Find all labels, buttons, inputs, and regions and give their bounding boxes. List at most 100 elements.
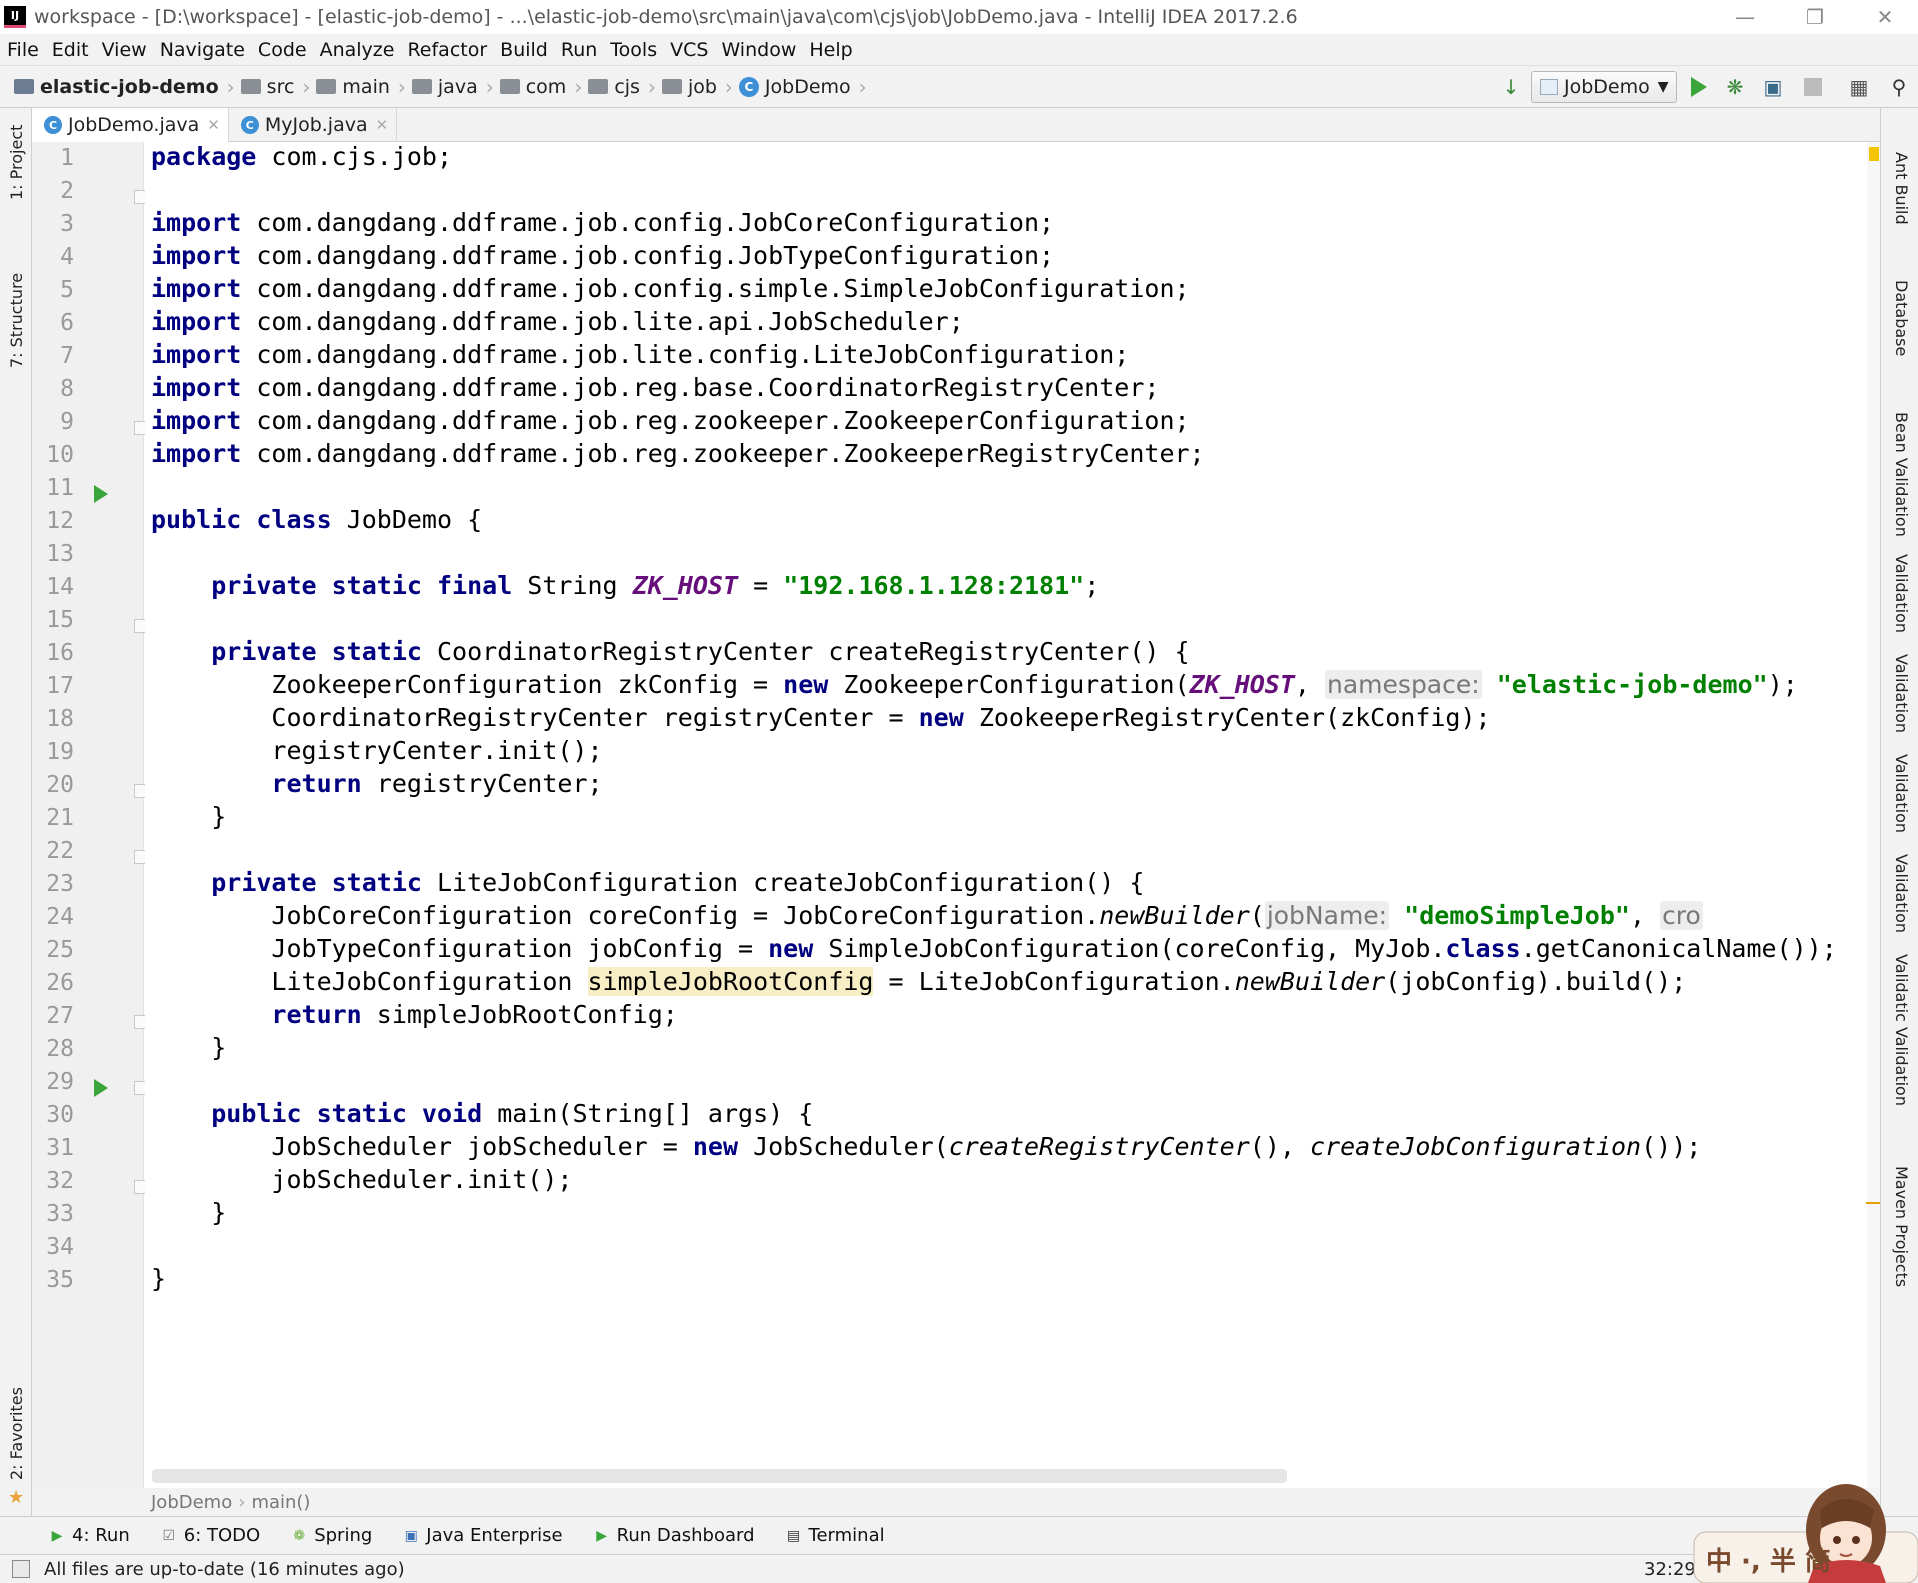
menu-code[interactable]: Code bbox=[258, 39, 307, 61]
menu-help[interactable]: Help bbox=[809, 39, 852, 61]
search-icon[interactable]: ⚲ bbox=[1886, 74, 1912, 100]
restore-button[interactable]: ❐ bbox=[1786, 0, 1844, 34]
tool-button-terminal[interactable]: ▤ Terminal bbox=[785, 1525, 885, 1546]
run-gutter-icon[interactable] bbox=[94, 1079, 108, 1097]
menu-vcs[interactable]: VCS bbox=[670, 39, 708, 61]
coverage-icon[interactable]: ▣ bbox=[1760, 74, 1786, 100]
java-enterprise-icon: ▣ bbox=[404, 1527, 418, 1544]
nav-crumb-src[interactable]: src › bbox=[240, 75, 317, 99]
close-tab-icon[interactable]: ✕ bbox=[207, 116, 220, 134]
menu-build[interactable]: Build bbox=[500, 39, 548, 61]
code-line: import com.dangdang.ddframe.job.reg.base… bbox=[151, 371, 1159, 404]
caret-position[interactable]: 32:29 bbox=[1644, 1559, 1696, 1580]
nav-crumb-elastic-job-demo[interactable]: elastic-job-demo › bbox=[14, 75, 241, 99]
maven-projects-tool-tab[interactable]: Maven Projects bbox=[1892, 1166, 1911, 1287]
tab-myjob-java[interactable]: C MyJob.java ✕ bbox=[229, 108, 398, 142]
project-tool-tab[interactable]: 1: Project bbox=[7, 125, 26, 200]
code-line: public class JobDemo { bbox=[151, 503, 482, 536]
code-token: ); bbox=[1767, 670, 1798, 699]
stop-icon[interactable] bbox=[1800, 74, 1826, 100]
menu-window[interactable]: Window bbox=[721, 39, 796, 61]
code-token: "elastic-job-demo" bbox=[1496, 670, 1768, 699]
nav-crumb-cjs[interactable]: cjs › bbox=[588, 75, 662, 99]
nav-crumb-main[interactable]: main › bbox=[316, 75, 411, 99]
validation-tool-tab-4[interactable]: Validation bbox=[1892, 854, 1911, 933]
run-configuration-select[interactable]: JobDemo ▼ bbox=[1531, 71, 1677, 103]
close-window-button[interactable]: ✕ bbox=[1856, 0, 1914, 34]
inspection-status-icon[interactable] bbox=[1869, 147, 1879, 161]
code-token: return bbox=[271, 769, 362, 798]
line-number: 33 bbox=[46, 1201, 74, 1227]
line-number: 27 bbox=[46, 1003, 74, 1029]
todo-icon: ☑ bbox=[162, 1527, 176, 1544]
database-tool-tab[interactable]: Database bbox=[1892, 280, 1911, 356]
tool-button-6-todo[interactable]: ☑ 6: TODO bbox=[160, 1525, 260, 1546]
line-number: 14 bbox=[46, 574, 74, 600]
menu-view[interactable]: View bbox=[102, 39, 147, 61]
tool-button-java-enterprise[interactable]: ▣ Java Enterprise bbox=[402, 1525, 563, 1546]
nav-crumb-com[interactable]: com › bbox=[499, 74, 589, 99]
breadcrumb-class[interactable]: JobDemo bbox=[151, 1492, 232, 1513]
code-token: = bbox=[738, 571, 784, 600]
bean-validation-tool-tab[interactable]: Bean Validation bbox=[1892, 412, 1911, 537]
nav-crumb-jobdemo[interactable]: C JobDemo › bbox=[738, 75, 873, 99]
menu-refactor[interactable]: Refactor bbox=[407, 39, 487, 61]
code-line: import com.dangdang.ddframe.job.lite.con… bbox=[151, 338, 1129, 371]
star-icon: ★ bbox=[8, 1487, 25, 1508]
debug-icon[interactable]: ❋ bbox=[1722, 74, 1748, 100]
run-icon[interactable] bbox=[1686, 74, 1712, 100]
structure-tool-tab[interactable]: 7: Structure bbox=[7, 273, 26, 368]
run-icon: ▶ bbox=[51, 1527, 63, 1544]
sort-icon[interactable]: ↓ bbox=[1498, 74, 1524, 100]
code-token: ZK_HOST bbox=[1189, 670, 1295, 699]
nav-crumb-job[interactable]: job › bbox=[661, 74, 739, 99]
line-number: 29 bbox=[46, 1069, 74, 1095]
menu-edit[interactable]: Edit bbox=[52, 39, 89, 61]
code-token: new bbox=[692, 1132, 739, 1161]
favorites-tool-tab[interactable]: 2: Favorites bbox=[7, 1387, 26, 1480]
menu-file[interactable]: File bbox=[7, 39, 39, 61]
tab-jobdemo-java[interactable]: C JobDemo.java ✕ bbox=[32, 108, 229, 142]
menu-analyze[interactable]: Analyze bbox=[320, 39, 395, 61]
code-line: return registryCenter; bbox=[151, 767, 602, 800]
crumb-separator: › bbox=[574, 74, 583, 99]
tool-windows-toggle-icon[interactable] bbox=[12, 1560, 30, 1578]
horizontal-scrollbar[interactable] bbox=[152, 1469, 1287, 1483]
tool-button-4-run[interactable]: ▶ 4: Run bbox=[48, 1525, 130, 1546]
nav-crumb-label: cjs bbox=[614, 75, 640, 98]
code-line: jobScheduler.init(); bbox=[151, 1163, 572, 1196]
code-token: ; bbox=[1084, 571, 1100, 600]
code-token: } bbox=[151, 1198, 227, 1227]
menu-tools[interactable]: Tools bbox=[610, 39, 657, 61]
line-number: 22 bbox=[46, 838, 74, 864]
validation-tool-tab-3[interactable]: Validation bbox=[1892, 754, 1911, 833]
code-token: .getCanonicalName()); bbox=[1520, 934, 1837, 963]
vertical-scrollbar[interactable] bbox=[1867, 142, 1880, 1488]
minimize-button[interactable]: — bbox=[1716, 0, 1774, 34]
code-token: new bbox=[918, 703, 964, 732]
run-gutter-icon[interactable] bbox=[94, 485, 108, 503]
menu-navigate[interactable]: Navigate bbox=[160, 39, 245, 61]
code-token: JobCoreConfiguration coreConfig = JobCor… bbox=[151, 901, 1100, 930]
code-token: JobScheduler( bbox=[738, 1132, 949, 1161]
tool-button-run-dashboard[interactable]: ▶ Run Dashboard bbox=[593, 1525, 754, 1546]
validatic-validation-tool-tab[interactable]: Validatic Validation bbox=[1892, 954, 1911, 1106]
tool-button-spring[interactable]: ❁ Spring bbox=[290, 1525, 372, 1546]
code-editor[interactable]: package com.cjs.job; import com.dangdang.… bbox=[145, 142, 1880, 1462]
code-line: JobScheduler jobScheduler = new JobSched… bbox=[151, 1130, 1701, 1163]
close-tab-icon[interactable]: ✕ bbox=[376, 116, 389, 134]
validation-tool-tab-1[interactable]: Validation bbox=[1892, 554, 1911, 633]
breadcrumb-method[interactable]: main() bbox=[251, 1492, 310, 1513]
crumb-separator: › bbox=[724, 74, 733, 99]
menu-bar: File Edit View Navigate Code Analyze Refactor B… bbox=[0, 34, 1918, 66]
line-number: 9 bbox=[60, 409, 74, 435]
menu-run[interactable]: Run bbox=[561, 39, 597, 61]
nav-crumb-label: elastic-job-demo bbox=[40, 75, 219, 98]
validation-tool-tab-2[interactable]: Validation bbox=[1892, 654, 1911, 733]
nav-crumb-java[interactable]: java › bbox=[411, 75, 500, 99]
project-structure-icon[interactable]: ▦ bbox=[1846, 74, 1872, 100]
editor-breadcrumb: JobDemo › main() bbox=[32, 1488, 1880, 1516]
ant-build-tool-tab[interactable]: Ant Build bbox=[1892, 152, 1911, 225]
